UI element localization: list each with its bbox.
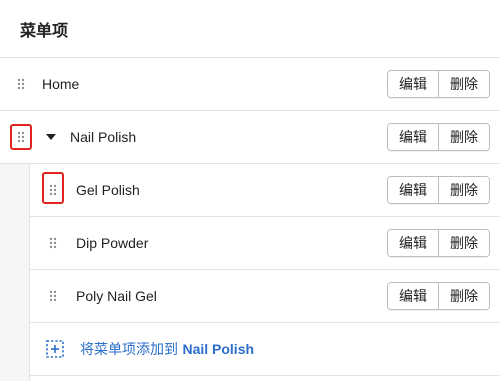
drag-handle-icon[interactable] xyxy=(16,77,26,91)
drag-handle-icon[interactable] xyxy=(48,236,58,250)
add-item-prefix: 将菜单项添加到 xyxy=(80,342,183,358)
edit-button[interactable]: 编辑 xyxy=(388,71,438,97)
menu-item-home: Home 编辑 删除 xyxy=(0,58,500,111)
drag-handle-icon[interactable] xyxy=(48,289,58,303)
panel-header: 菜单项 xyxy=(0,0,500,58)
action-button-group: 编辑 删除 xyxy=(387,229,490,257)
highlight-box xyxy=(42,172,64,204)
edit-button[interactable]: 编辑 xyxy=(388,230,438,256)
page-title: 菜单项 xyxy=(20,22,69,40)
action-button-group: 编辑 删除 xyxy=(387,282,490,310)
menu-item-label: Home xyxy=(42,76,80,92)
edit-button[interactable]: 编辑 xyxy=(388,177,438,203)
menu-item-poly-nail-gel: Poly Nail Gel 编辑 删除 xyxy=(30,270,500,323)
delete-button[interactable]: 删除 xyxy=(438,177,489,203)
menu-item-dip-powder: Dip Powder 编辑 删除 xyxy=(30,217,500,270)
delete-button[interactable]: 删除 xyxy=(438,230,489,256)
highlight-box xyxy=(10,124,32,150)
delete-button[interactable]: 删除 xyxy=(438,124,489,150)
edit-button[interactable]: 编辑 xyxy=(388,124,438,150)
caret-down-icon[interactable] xyxy=(46,134,56,140)
action-button-group: 编辑 删除 xyxy=(387,123,490,151)
menu-item-gel-polish: Gel Polish 编辑 删除 xyxy=(30,164,500,217)
add-menu-item-link[interactable]: 将菜单项添加到 Nail Polish xyxy=(30,323,500,376)
menu-item-nail-polish: Nail Polish 编辑 删除 xyxy=(0,111,500,164)
edit-button[interactable]: 编辑 xyxy=(388,283,438,309)
add-icon xyxy=(46,340,64,358)
menu-item-label: Gel Polish xyxy=(76,182,140,198)
add-item-text: 将菜单项添加到 Nail Polish xyxy=(80,339,254,359)
add-item-target: Nail Polish xyxy=(182,341,255,357)
action-button-group: 编辑 删除 xyxy=(387,70,490,98)
menu-item-label: Dip Powder xyxy=(76,235,149,251)
menu-items-panel: 菜单项 Home 编辑 删除 Nail Polish 编辑 删除 Gel Pol… xyxy=(0,0,500,381)
action-button-group: 编辑 删除 xyxy=(387,176,490,204)
delete-button[interactable]: 删除 xyxy=(438,71,489,97)
menu-item-label: Nail Polish xyxy=(70,129,137,145)
menu-item-label: Poly Nail Gel xyxy=(76,288,157,304)
delete-button[interactable]: 删除 xyxy=(438,283,489,309)
indent-rail xyxy=(0,164,30,381)
